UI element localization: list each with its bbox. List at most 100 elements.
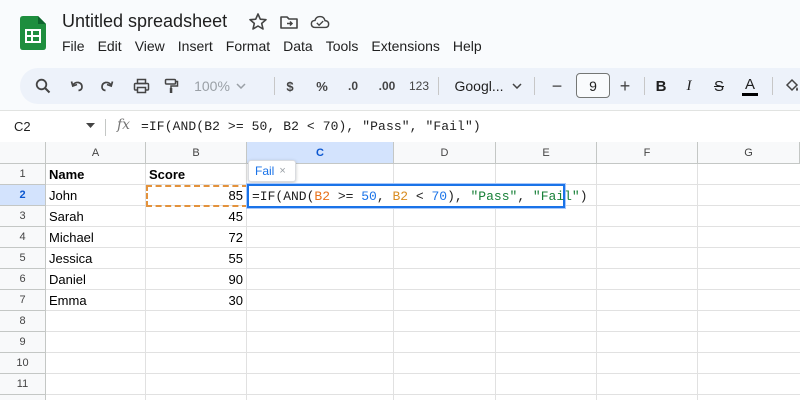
column-header-e[interactable]: E (496, 142, 597, 164)
menu-data[interactable]: Data (283, 38, 320, 54)
row-header-4[interactable]: 4 (0, 227, 46, 248)
zoom-value: 100% (194, 78, 230, 94)
search-icon (35, 78, 51, 94)
redo-button[interactable] (96, 74, 118, 98)
select-all-corner[interactable] (0, 142, 46, 164)
undo-button[interactable] (66, 74, 88, 98)
row-header-11[interactable]: 11 (0, 374, 46, 395)
column-gridline (596, 164, 597, 400)
menu-edit[interactable]: Edit (98, 38, 129, 54)
menu-tools[interactable]: Tools (326, 38, 366, 54)
decrease-decimal-label: .0 (347, 79, 358, 93)
decrease-decimal-button[interactable]: .0 (342, 74, 364, 98)
row-gridline (46, 373, 800, 374)
row-header-9[interactable]: 9 (0, 332, 46, 353)
row-header-12[interactable]: 12 (0, 395, 46, 400)
menu-view[interactable]: View (135, 38, 172, 54)
cell-b1[interactable]: Score (146, 164, 246, 185)
row-header-3[interactable]: 3 (0, 206, 46, 227)
redo-icon (101, 81, 114, 92)
column-gridline (697, 164, 698, 400)
row-header-1[interactable]: 1 (0, 164, 46, 185)
menu-help[interactable]: Help (453, 38, 489, 54)
column-header-g[interactable]: G (698, 142, 800, 164)
move-folder-icon[interactable] (279, 12, 299, 32)
sheets-logo-icon[interactable] (20, 16, 46, 50)
menu-bar: File Edit View Insert Format Data Tools … (62, 38, 495, 54)
fx-icon: fx (117, 117, 131, 133)
menu-extensions[interactable]: Extensions (371, 38, 446, 54)
cell-b3[interactable]: 45 (146, 206, 246, 227)
chevron-down-icon[interactable] (86, 123, 95, 129)
cell-a1[interactable]: Name (46, 164, 145, 185)
paint-format-icon (164, 78, 179, 93)
paint-format-button[interactable] (160, 74, 182, 98)
text-color-button[interactable]: A (740, 74, 760, 98)
undo-icon (70, 81, 83, 92)
spreadsheet-grid[interactable]: ABCDEFG123456789101112NameScoreilJohn85S… (0, 142, 800, 400)
formula-token: , (376, 189, 393, 204)
italic-button[interactable]: I (680, 74, 698, 98)
zoom-select[interactable]: 100% (194, 74, 246, 98)
cell-editor-formula[interactable]: =IF(AND(B2 >= 50, B2 < 70), "Pass", "Fai… (252, 189, 588, 204)
formula-token: ) (579, 189, 588, 204)
row-header-10[interactable]: 10 (0, 353, 46, 374)
menu-format[interactable]: Format (226, 38, 277, 54)
percent-format-button[interactable]: % (312, 74, 332, 98)
cell-b6[interactable]: 90 (146, 269, 246, 290)
menu-file[interactable]: File (62, 38, 92, 54)
formula-token: , (517, 189, 533, 204)
cell-a5[interactable]: Jessica (46, 248, 145, 269)
increase-font-size-button[interactable]: + (616, 74, 634, 98)
row-header-8[interactable]: 8 (0, 311, 46, 332)
name-box[interactable]: C2 (14, 119, 31, 134)
print-button[interactable] (130, 74, 152, 98)
decrease-font-size-button[interactable]: − (548, 74, 566, 98)
row-gridline (46, 331, 800, 332)
column-header-f[interactable]: F (597, 142, 698, 164)
cell-a4[interactable]: Michael (46, 227, 145, 248)
cell-b5[interactable]: 55 (146, 248, 246, 269)
number-format-button[interactable]: 123 (406, 74, 432, 98)
fill-color-button[interactable] (784, 74, 800, 98)
increase-decimal-button[interactable]: .00 (372, 74, 402, 98)
toolbar-divider (772, 77, 773, 95)
formula-token: "Fail" (532, 189, 580, 204)
cell-a7[interactable]: Emma (46, 290, 145, 311)
cell-a2[interactable]: John (46, 185, 145, 206)
formula-token: < (408, 189, 432, 204)
cell-a3[interactable]: Sarah (46, 206, 145, 227)
toolbar-divider (644, 77, 645, 95)
preview-value: Fail (255, 164, 275, 178)
font-size-input[interactable]: 9 (576, 73, 610, 98)
bold-button[interactable]: B (652, 74, 670, 98)
document-title[interactable]: Untitled spreadsheet (62, 11, 227, 32)
row-header-5[interactable]: 5 (0, 248, 46, 269)
formula-token: B2 (392, 189, 409, 204)
column-header-d[interactable]: D (394, 142, 496, 164)
formula-token: 70 (431, 189, 448, 204)
currency-format-button[interactable]: $ (280, 74, 300, 98)
star-icon[interactable] (248, 12, 268, 32)
cell-b4[interactable]: 72 (146, 227, 246, 248)
cell-editor[interactable]: =IF(AND(B2 >= 50, B2 < 70), "Pass", "Fai… (247, 184, 588, 208)
cloud-saved-icon[interactable] (310, 12, 330, 32)
font-select[interactable]: Googl... (450, 74, 526, 98)
toolbar-divider (534, 77, 535, 95)
cell-a6[interactable]: Daniel (46, 269, 145, 290)
row-gridline (46, 352, 800, 353)
formula-token: "Pass" (470, 189, 518, 204)
formula-input[interactable]: =IF(AND(B2 >= 50, B2 < 70), "Pass", "Fai… (141, 119, 481, 134)
row-header-7[interactable]: 7 (0, 290, 46, 311)
strikethrough-button[interactable]: S (710, 74, 728, 98)
close-icon[interactable]: × (279, 165, 285, 177)
row-header-6[interactable]: 6 (0, 269, 46, 290)
value-preview-tooltip: Fail × (248, 160, 296, 182)
cell-b7[interactable]: 30 (146, 290, 246, 311)
chevron-down-icon (511, 83, 522, 89)
row-header-2[interactable]: 2 (0, 185, 46, 206)
search-menus-button[interactable] (32, 74, 54, 98)
menu-insert[interactable]: Insert (178, 38, 220, 54)
column-header-a[interactable]: A (46, 142, 146, 164)
column-header-b[interactable]: B (146, 142, 247, 164)
